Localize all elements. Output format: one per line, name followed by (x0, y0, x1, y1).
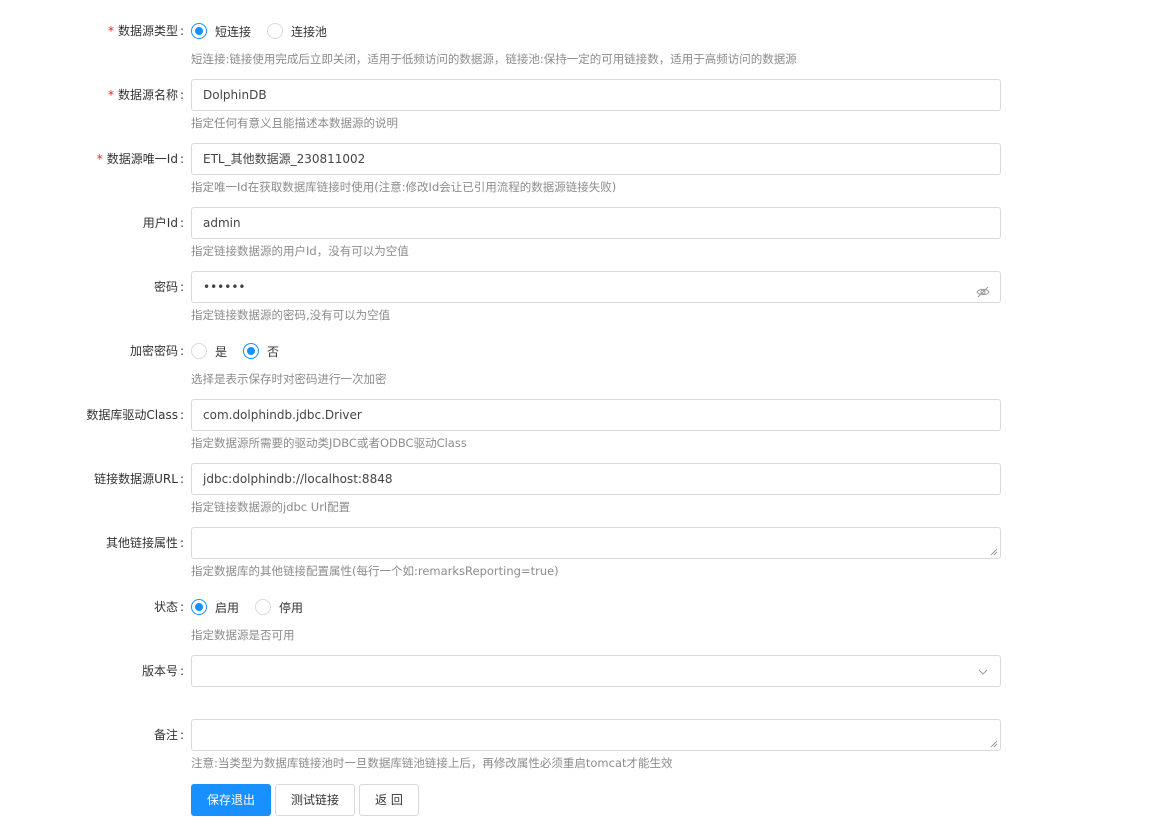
encrypt-radio-group: 是 否 (191, 335, 295, 367)
ds-type-help: 短连接:链接使用完成后立即关闭，适用于低频访问的数据源，链接池:保持一定的可用链… (191, 52, 797, 66)
radio-dot[interactable] (191, 343, 207, 359)
ds-type-label: * 数据源类型: (107, 24, 184, 38)
remark-textarea[interactable] (191, 719, 1001, 751)
resize-handle-icon[interactable] (990, 548, 998, 556)
chevron-down-icon (978, 669, 988, 675)
password-value: •••••• (203, 280, 246, 294)
radio-short-connection[interactable]: 短连接 (191, 23, 251, 40)
eye-invisible-icon[interactable] (976, 280, 990, 298)
resize-handle-icon[interactable] (990, 740, 998, 748)
user-id-help: 指定链接数据源的用户Id，没有可以为空值 (191, 244, 409, 258)
ds-name-label: * 数据源名称: (107, 88, 184, 102)
url-help: 指定链接数据源的jdbc Url配置 (191, 500, 351, 514)
driver-label: 数据库驱动Class: (86, 408, 184, 422)
radio-encrypt-yes[interactable]: 是 (191, 343, 227, 360)
status-label: 状态: (153, 600, 184, 614)
save-exit-button[interactable]: 保存退出 (191, 784, 272, 816)
status-radio-group: 启用 停用 (191, 591, 319, 623)
radio-selected-dot[interactable] (191, 599, 207, 615)
form-actions: 保存退出 测试链接 返 回 (191, 784, 423, 816)
ds-name-input[interactable]: DolphinDB (191, 79, 1001, 111)
ds-id-label: * 数据源唯一Id: (96, 152, 184, 166)
user-id-label: 用户Id: (142, 216, 184, 230)
remark-label: 备注: (153, 728, 184, 742)
driver-input[interactable]: com.dolphindb.jdbc.Driver (191, 399, 1001, 431)
ds-name-help: 指定任何有意义且能描述本数据源的说明 (191, 116, 398, 130)
radio-status-disabled[interactable]: 停用 (255, 599, 303, 616)
test-connection-button[interactable]: 测试链接 (275, 784, 356, 816)
radio-dot[interactable] (255, 599, 272, 615)
version-select[interactable] (191, 655, 1001, 687)
radio-connection-pool[interactable]: 连接池 (267, 23, 327, 40)
props-textarea[interactable] (191, 527, 1001, 559)
back-button[interactable]: 返 回 (359, 784, 419, 816)
password-help: 指定链接数据源的密码,没有可以为空值 (191, 308, 391, 322)
url-label: 链接数据源URL: (94, 472, 184, 486)
password-input[interactable]: •••••• (191, 271, 1001, 303)
remark-help: 注意:当类型为数据库链接池时一旦数据库链池链接上后，再修改属性必须重启tomca… (191, 756, 673, 770)
encrypt-label: 加密密码: (129, 344, 184, 358)
radio-dot[interactable] (267, 23, 284, 39)
driver-help: 指定数据源所需要的驱动类JDBC或者ODBC驱动Class (191, 436, 467, 450)
radio-encrypt-no[interactable]: 否 (243, 343, 279, 360)
radio-selected-dot[interactable] (191, 23, 207, 39)
user-id-input[interactable]: admin (191, 207, 1001, 239)
version-label: 版本号: (141, 664, 184, 678)
ds-id-input[interactable]: ETL_其他数据源_230811002 (191, 143, 1001, 175)
status-help: 指定数据源是否可用 (191, 628, 295, 642)
ds-id-help: 指定唯一Id在获取数据库链接时使用(注意:修改Id会让已引用流程的数据源链接失败… (191, 180, 617, 194)
radio-selected-dot[interactable] (243, 343, 260, 359)
ds-type-radio-group: 短连接 连接池 (191, 15, 343, 47)
props-help: 指定数据库的其他链接配置属性(每行一个如:remarksReporting=tr… (191, 564, 559, 578)
props-label: 其他链接属性: (105, 536, 184, 550)
radio-status-enabled[interactable]: 启用 (191, 599, 239, 616)
password-label: 密码: (153, 280, 184, 294)
datasource-form: * 数据源类型: 短连接 连接池 短连接:链接使用完成后立即关闭，适用于低频访问的… (0, 0, 1176, 828)
url-input[interactable]: jdbc:dolphindb://localhost:8848 (191, 463, 1001, 495)
encrypt-help: 选择是表示保存时对密码进行一次加密 (191, 372, 387, 386)
